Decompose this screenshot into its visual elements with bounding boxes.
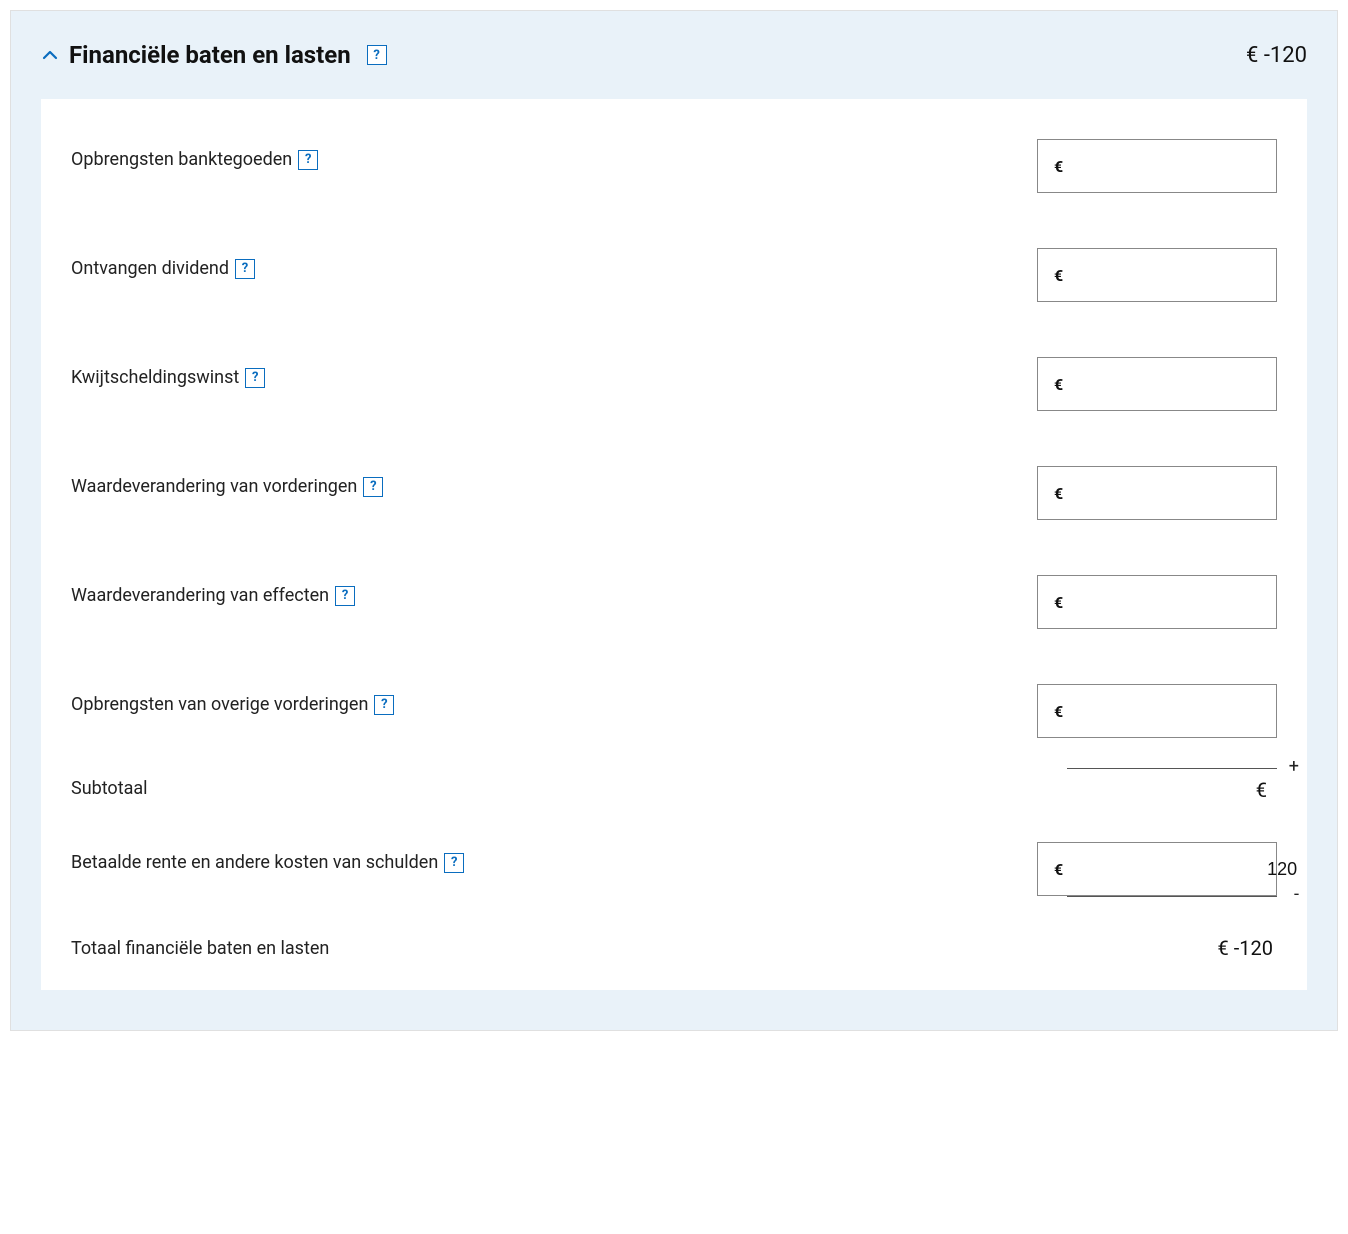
row-label-wrap: Opbrengsten banktegoeden ? [71,139,318,170]
row-label-wrap: Betaalde rente en andere kosten van schu… [71,842,464,873]
row-label: Ontvangen dividend [71,258,229,279]
input-col: € [1037,466,1277,520]
section-title: Financiële baten en lasten [69,41,351,69]
input-col: € [1037,139,1277,193]
euro-icon: € [1038,375,1063,394]
amount-field[interactable] [1063,264,1313,287]
minus-icon: - [1294,884,1299,905]
help-icon[interactable]: ? [367,45,387,65]
euro-icon: € [1038,484,1063,503]
help-icon[interactable]: ? [374,695,394,715]
euro-icon: € [1038,702,1063,721]
currency-input-waardeverandering-vorderingen[interactable]: € [1037,466,1277,520]
row-label: Opbrengsten van overige vorderingen [71,694,368,715]
row-label-wrap: Waardeverandering van effecten ? [71,575,355,606]
euro-icon: € [1038,593,1063,612]
currency-input-kwijtscheldingswinst[interactable]: € [1037,357,1277,411]
rule-line [1067,768,1277,769]
row-label: Betaalde rente en andere kosten van schu… [71,852,438,873]
amount-field[interactable] [1063,373,1313,396]
row-label-wrap: Ontvangen dividend ? [71,248,255,279]
euro-icon: € [1038,157,1063,176]
chevron-up-icon[interactable] [41,46,59,64]
help-icon[interactable]: ? [245,368,265,388]
row-label: Waardeverandering van vorderingen [71,476,357,497]
currency-input-opbrengsten-banktegoeden[interactable]: € [1037,139,1277,193]
euro-icon: € [1038,266,1063,285]
form-row: Kwijtscheldingswinst ? € [71,357,1277,411]
section-title-wrap: Financiële baten en lasten ? [41,41,387,69]
amount-field[interactable] [1063,858,1313,881]
form-row: Waardeverandering van vorderingen ? € [71,466,1277,520]
form-row: Opbrengsten van overige vorderingen ? € [71,684,1277,738]
row-label-wrap: Kwijtscheldingswinst ? [71,357,265,388]
total-value: € -120 [1218,936,1277,960]
input-col: € [1037,684,1277,738]
currency-input-waardeverandering-effecten[interactable]: € [1037,575,1277,629]
total-row: Totaal financiële baten en lasten € -120 [71,936,1277,960]
section-body: Opbrengsten banktegoeden ? € Ontvangen d… [41,99,1307,990]
amount-field[interactable] [1063,155,1313,178]
amount-field[interactable] [1063,482,1313,505]
input-col: € [1037,575,1277,629]
help-icon[interactable]: ? [235,259,255,279]
minus-rule: - [1037,886,1277,906]
plus-icon: + [1289,756,1299,777]
amount-field[interactable] [1063,700,1313,723]
euro-icon: € [1038,860,1063,879]
currency-input-opbrengsten-overige-vorderingen[interactable]: € [1037,684,1277,738]
help-icon[interactable]: ? [363,477,383,497]
row-label-wrap: Waardeverandering van vorderingen ? [71,466,383,497]
input-col: € [1037,357,1277,411]
amount-field[interactable] [1063,591,1313,614]
currency-input-ontvangen-dividend[interactable]: € [1037,248,1277,302]
row-label: Opbrengsten banktegoeden [71,149,292,170]
form-row: Opbrengsten banktegoeden ? € [71,139,1277,193]
section-header: Financiële baten en lasten ? € -120 [41,41,1307,69]
section-panel: Financiële baten en lasten ? € -120 Opbr… [10,10,1338,1031]
row-label-wrap: Opbrengsten van overige vorderingen ? [71,684,394,715]
form-row: Waardeverandering van effecten ? € [71,575,1277,629]
form-row: Ontvangen dividend ? € [71,248,1277,302]
row-label: Waardeverandering van effecten [71,585,329,606]
section-header-amount: € -120 [1246,43,1307,68]
help-icon[interactable]: ? [335,586,355,606]
subtotal-label: Subtotaal [71,778,148,799]
row-label: Kwijtscheldingswinst [71,367,239,388]
sum-rule: + [1037,758,1277,778]
rule-line [1067,896,1277,897]
total-label: Totaal financiële baten en lasten [71,938,329,959]
help-icon[interactable]: ? [444,853,464,873]
help-icon[interactable]: ? [298,150,318,170]
input-col: € [1037,248,1277,302]
